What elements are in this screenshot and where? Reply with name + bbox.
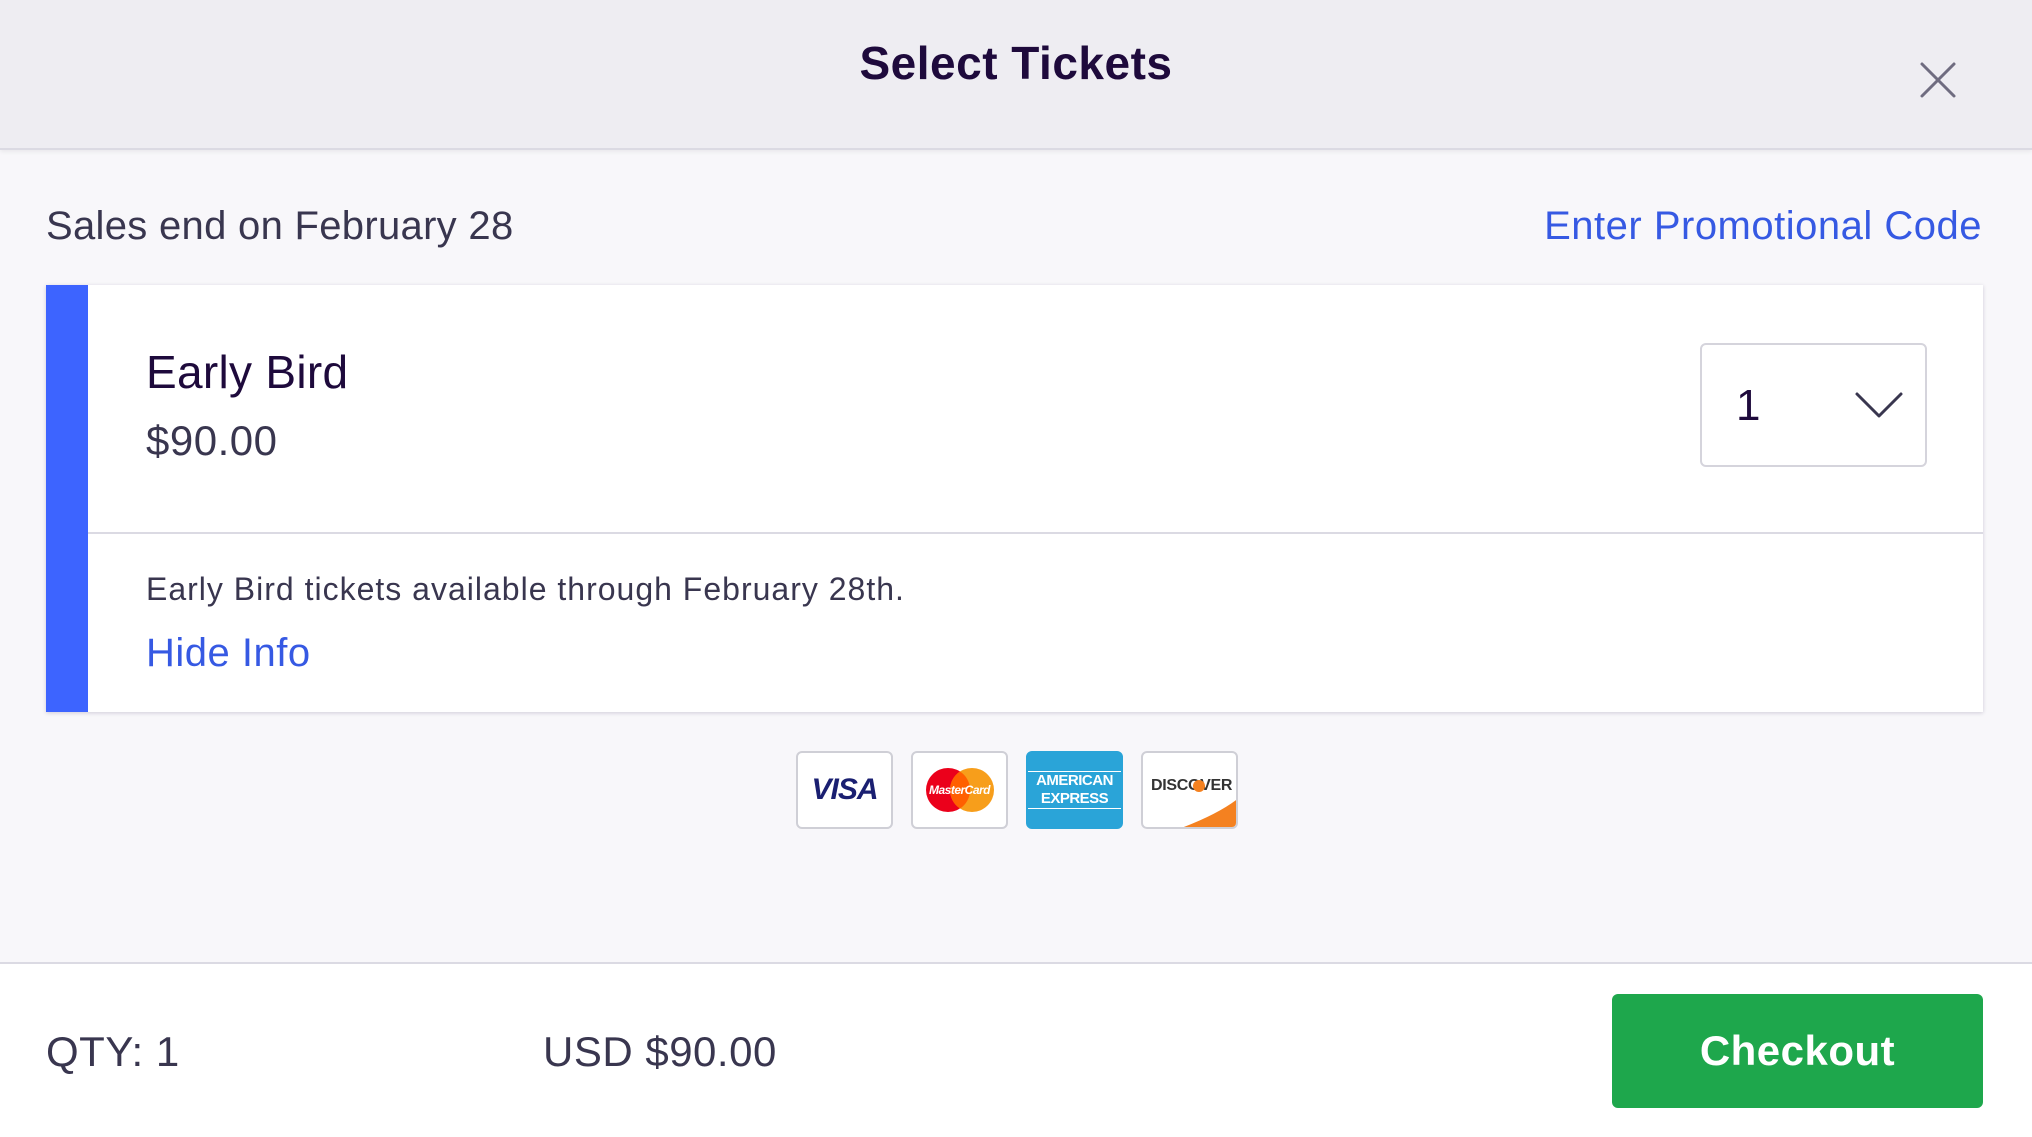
- ticket-accent-bar: [46, 285, 88, 712]
- modal-title: Select Tickets: [859, 37, 1173, 89]
- amex-label: AMERICAN EXPRESS: [1028, 771, 1121, 809]
- mastercard-icon: MasterCard: [911, 751, 1008, 829]
- modal-header: Select Tickets: [0, 0, 2032, 150]
- close-icon[interactable]: [1912, 54, 1964, 106]
- select-tickets-modal: Select Tickets Sales end on February 28 …: [0, 0, 2032, 1137]
- quantity-value: 1: [1736, 381, 1761, 430]
- ticket-info-text: Early Bird tickets available through Feb…: [146, 571, 905, 607]
- quantity-select[interactable]: 1: [1700, 343, 1927, 467]
- quantity-summary: QTY: 1: [46, 1028, 180, 1075]
- checkout-button[interactable]: Checkout: [1612, 994, 1983, 1108]
- discover-card-icon: DISCOVER: [1141, 751, 1238, 829]
- modal-footer: QTY: 1 USD $90.00 Checkout: [0, 962, 2032, 1137]
- visa-label: VISA: [811, 773, 878, 806]
- ticket-name: Early Bird: [146, 346, 349, 398]
- promo-code-link[interactable]: Enter Promotional Code: [1544, 204, 1982, 249]
- ticket-price: $90.00: [146, 417, 278, 464]
- mastercard-label: MasterCard: [928, 783, 991, 797]
- ticket-card: Early Bird $90.00 1 Early Bird tickets a…: [46, 285, 1983, 712]
- amex-card-icon: AMERICAN EXPRESS: [1026, 751, 1123, 829]
- visa-card-icon: VISA: [796, 751, 893, 829]
- chevron-down-icon: [1854, 389, 1904, 421]
- sales-end-text: Sales end on February 28: [46, 204, 514, 248]
- amex-label-text: AMERICAN EXPRESS: [1028, 771, 1121, 809]
- price-total: USD $90.00: [543, 1028, 777, 1075]
- ticket-divider: [88, 532, 1983, 534]
- hide-info-link[interactable]: Hide Info: [146, 631, 311, 676]
- payment-methods: VISA MasterCard AMERICAN EXPRESS DISCOVE…: [796, 751, 1238, 829]
